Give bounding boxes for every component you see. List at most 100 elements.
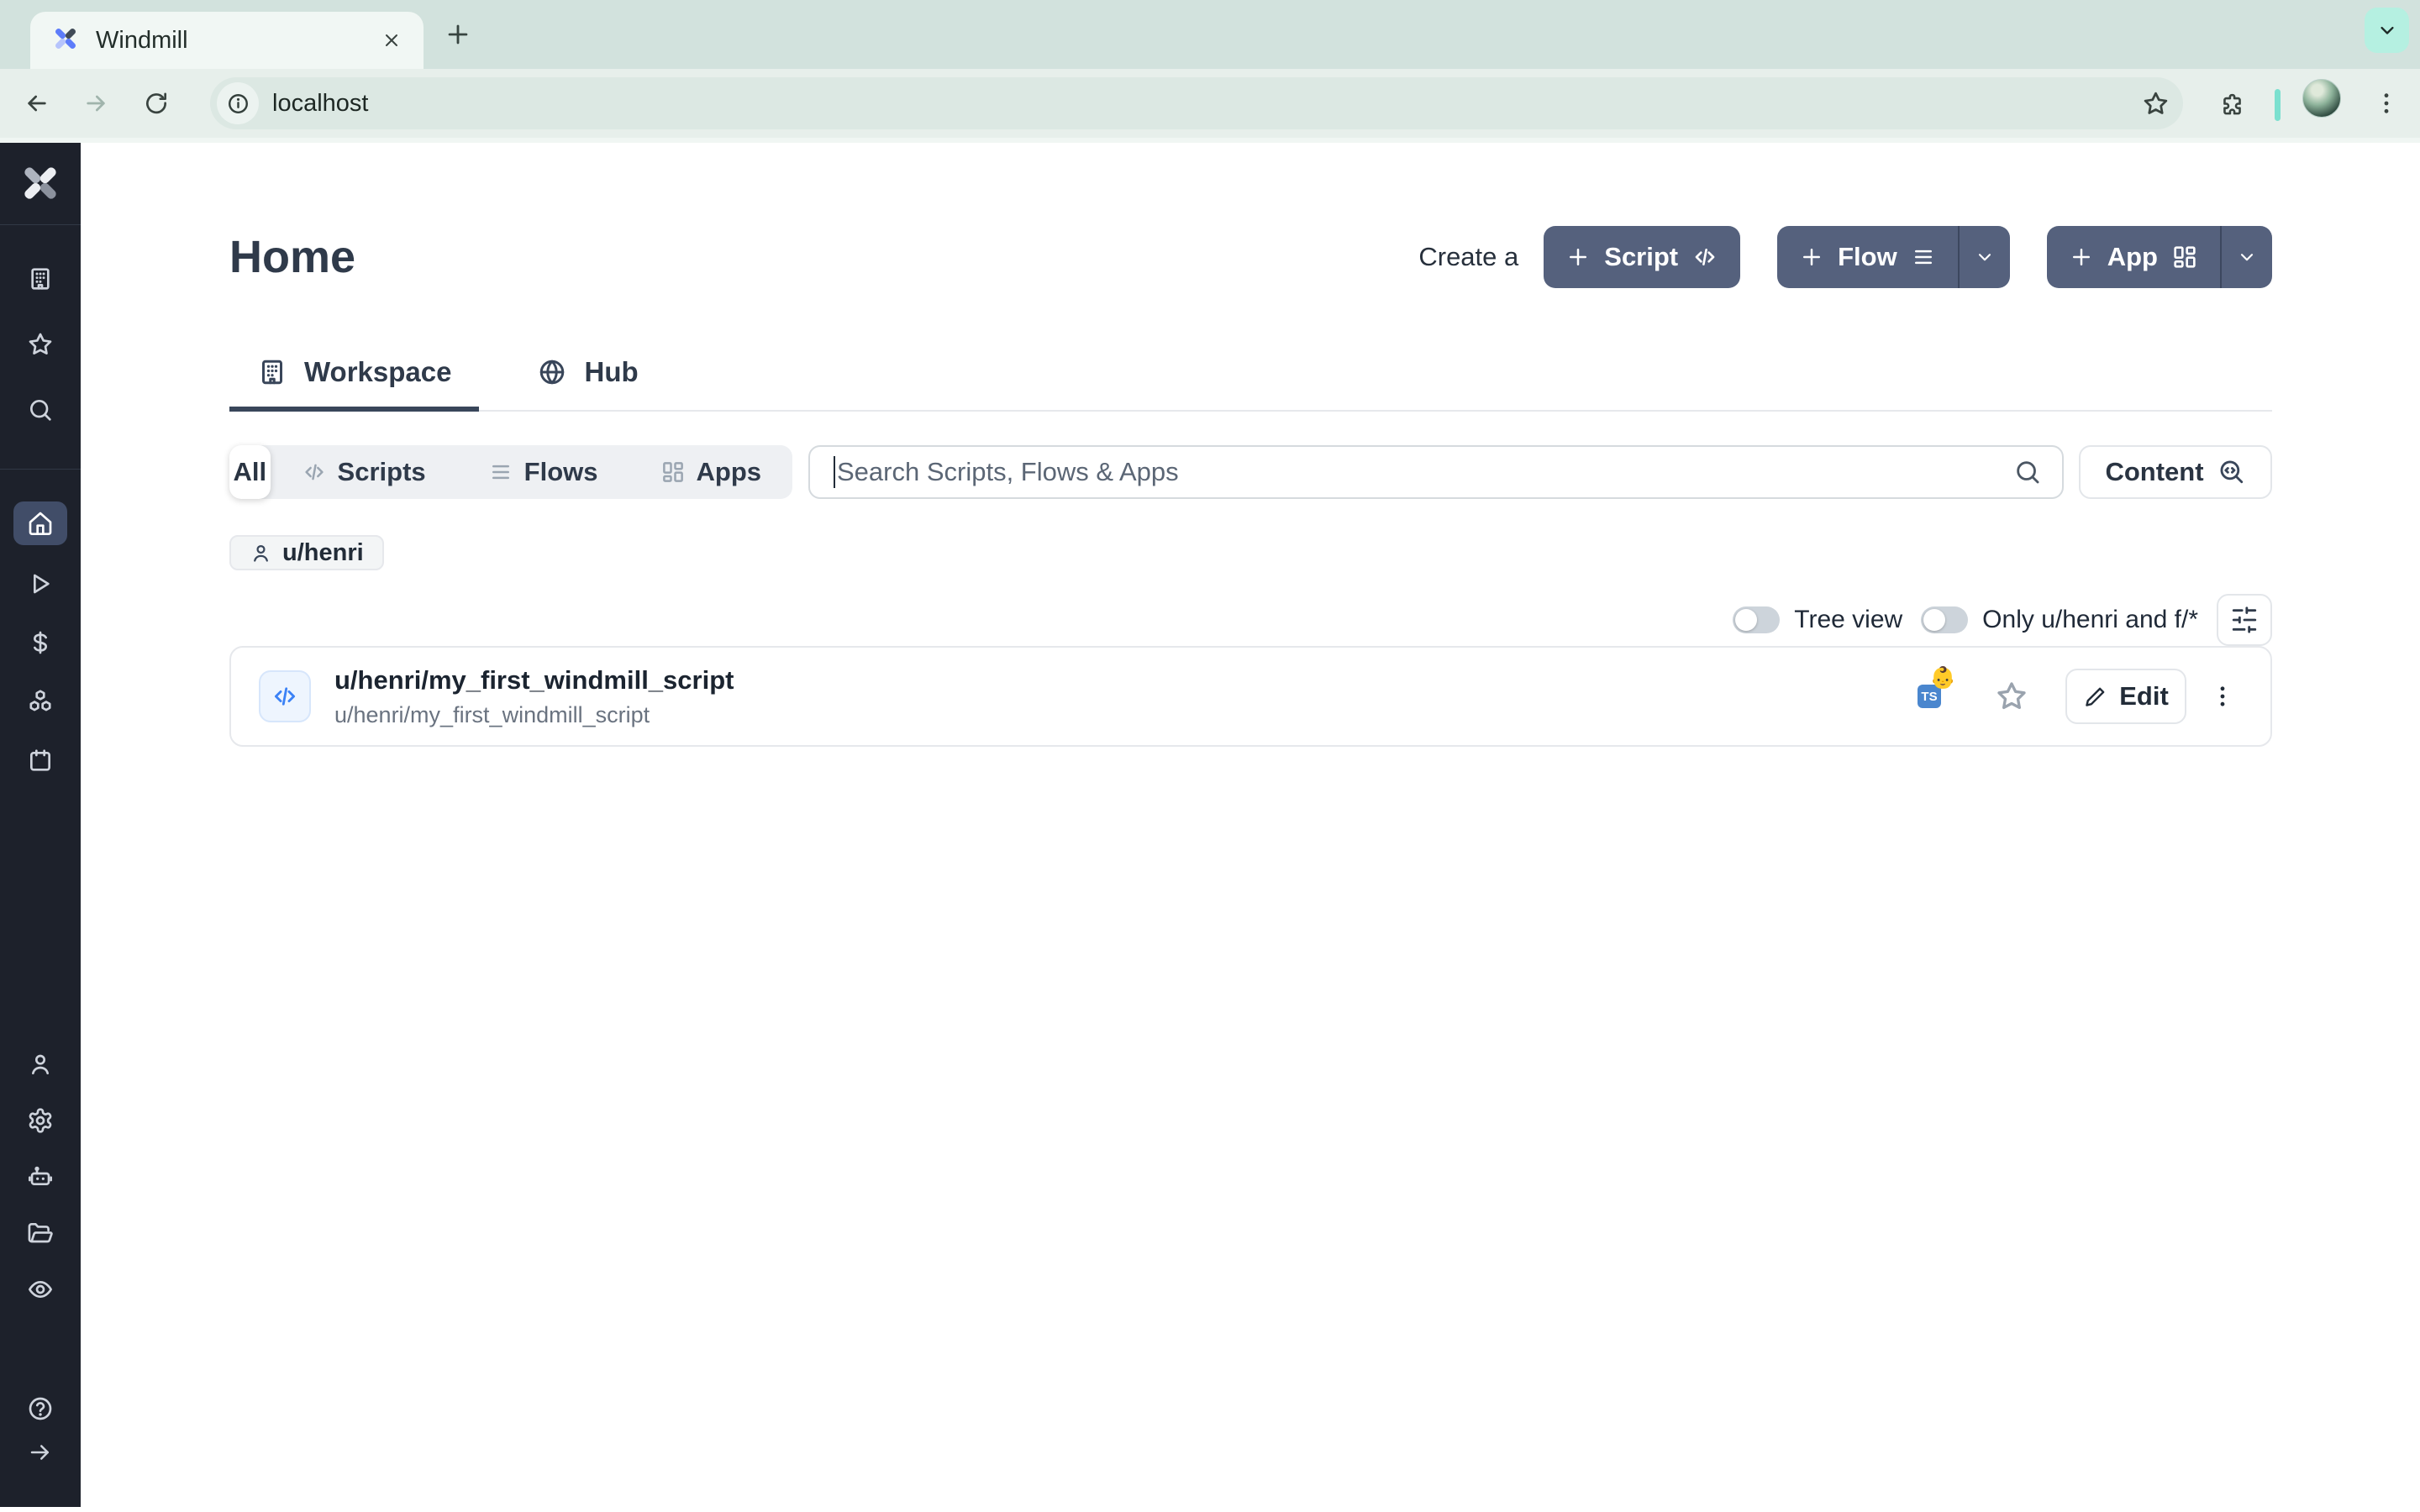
sidebar-collapse-arrow-icon[interactable] (13, 1432, 67, 1473)
sidebar-item-settings[interactable] (13, 1100, 67, 1141)
address-bar[interactable]: localhost (210, 77, 2183, 129)
filter-flows[interactable]: Flows (457, 457, 629, 487)
globe-icon (537, 357, 567, 387)
app-sidebar (0, 143, 81, 1507)
site-info-icon[interactable] (217, 82, 259, 124)
page-title: Home (229, 231, 355, 283)
sidebar-item-help[interactable] (13, 1389, 67, 1429)
flow-list-icon (488, 459, 513, 485)
new-tab-button[interactable] (439, 15, 477, 54)
create-script-button[interactable]: Script (1544, 226, 1740, 288)
filter-scripts[interactable]: Scripts (271, 457, 457, 487)
owner-filter-chip[interactable]: u/henri (229, 535, 384, 570)
back-button[interactable] (13, 80, 60, 127)
sidebar-item-favorites[interactable] (13, 324, 67, 365)
script-code-icon (259, 670, 311, 722)
create-app-label: App (2107, 242, 2158, 272)
create-app-main[interactable]: App (2047, 226, 2220, 288)
tab-workspace-label: Workspace (304, 356, 451, 388)
plus-icon (1799, 244, 1824, 270)
profile-avatar[interactable] (2302, 79, 2341, 118)
tab-workspace[interactable]: Workspace (229, 356, 479, 412)
create-flow-button[interactable]: Flow (1777, 226, 2010, 288)
filter-apps[interactable]: Apps (629, 457, 793, 487)
script-title: u/henri/my_first_windmill_script (334, 665, 734, 696)
plus-icon (2069, 244, 2094, 270)
tree-view-toggle[interactable] (1733, 606, 1780, 633)
create-a-label: Create a (1418, 242, 1518, 272)
sidebar-item-workers[interactable] (13, 1157, 67, 1197)
sidebar-item-search[interactable] (13, 390, 67, 430)
browser-tabstrip: Windmill (0, 0, 2420, 69)
sidebar-item-runs[interactable] (13, 564, 67, 604)
windmill-logo-icon[interactable] (17, 160, 64, 211)
code-icon (302, 459, 327, 485)
filter-scripts-label: Scripts (338, 457, 426, 487)
browser-menu-kebab-icon[interactable] (2363, 80, 2410, 127)
building-icon (257, 357, 287, 387)
search-icon (2013, 458, 2042, 486)
tab-hub[interactable]: Hub (509, 356, 666, 412)
sidebar-item-audit-logs[interactable] (13, 1269, 67, 1310)
app-grid-icon (660, 459, 686, 485)
edit-button[interactable]: Edit (2065, 669, 2186, 724)
code-icon (1691, 244, 1718, 270)
filter-apps-label: Apps (697, 457, 762, 487)
sidebar-item-schedules[interactable] (13, 740, 67, 780)
browser-dropdown-button[interactable] (2365, 8, 2409, 53)
browser-tab[interactable]: Windmill (30, 12, 424, 69)
forward-button[interactable] (72, 80, 119, 127)
create-flow-dropdown[interactable] (1958, 226, 2010, 288)
text-caret (834, 456, 835, 488)
app-grid-icon (2171, 244, 2198, 270)
toolbar-extension-indicator (2275, 89, 2281, 121)
content-search-button[interactable]: Content (2079, 445, 2272, 499)
language-badge: TS 👶 (1918, 685, 1941, 708)
search-input[interactable] (837, 457, 2013, 487)
tab-title: Windmill (96, 27, 360, 55)
pencil-icon (2083, 685, 2107, 709)
source-tabs: Workspace Hub (229, 348, 2272, 412)
bookmark-star-icon[interactable] (2142, 90, 2170, 118)
plus-icon (1565, 244, 1591, 270)
reload-button[interactable] (133, 80, 180, 127)
create-app-dropdown[interactable] (2220, 226, 2272, 288)
view-settings-button[interactable] (2217, 594, 2272, 646)
extensions-icon[interactable] (2208, 80, 2255, 127)
edit-button-label: Edit (2119, 681, 2169, 711)
flow-list-icon (1911, 244, 1936, 270)
page: Windmill localhost (0, 0, 2420, 1512)
sidebar-item-resources[interactable] (13, 681, 67, 722)
script-list-item[interactable]: u/henri/my_first_windmill_script u/henri… (229, 646, 2272, 747)
sidebar-item-user[interactable] (13, 1044, 67, 1084)
sidebar-item-home[interactable] (13, 501, 67, 545)
content-button-label: Content (2105, 457, 2203, 487)
sliders-icon (2230, 606, 2259, 634)
browser-toolbar: localhost (0, 69, 2420, 143)
kind-filter-group: All Scripts Flows Apps (229, 445, 792, 499)
sidebar-divider (0, 224, 81, 225)
create-flow-label: Flow (1838, 242, 1897, 272)
sidebar-item-variables[interactable] (13, 622, 67, 663)
tree-view-label: Tree view (1794, 606, 1902, 634)
sidebar-item-folders[interactable] (13, 1213, 67, 1253)
favorite-star-icon[interactable] (1995, 680, 2028, 713)
tab-hub-label: Hub (584, 356, 638, 388)
main-content: Home Create a Script Flow (81, 143, 2420, 1507)
only-owner-toggle[interactable] (1921, 606, 1968, 633)
create-app-button[interactable]: App (2047, 226, 2272, 288)
tab-close-icon[interactable] (375, 24, 408, 57)
url-text: localhost (272, 90, 368, 118)
filter-all[interactable]: All (229, 445, 271, 499)
create-flow-main[interactable]: Flow (1777, 226, 1958, 288)
owner-chip-label: u/henri (282, 539, 364, 567)
sidebar-divider (0, 469, 81, 470)
only-owner-label: Only u/henri and f/* (1982, 606, 2198, 634)
search-box[interactable] (808, 445, 2064, 499)
search-code-icon (2217, 458, 2246, 486)
sidebar-item-workspace[interactable] (13, 259, 67, 299)
runtime-emoji-icon: 👶 (1930, 668, 1956, 689)
item-menu-kebab-icon[interactable] (2208, 682, 2237, 711)
script-path: u/henri/my_first_windmill_script (334, 702, 734, 728)
create-script-label: Script (1604, 242, 1678, 272)
